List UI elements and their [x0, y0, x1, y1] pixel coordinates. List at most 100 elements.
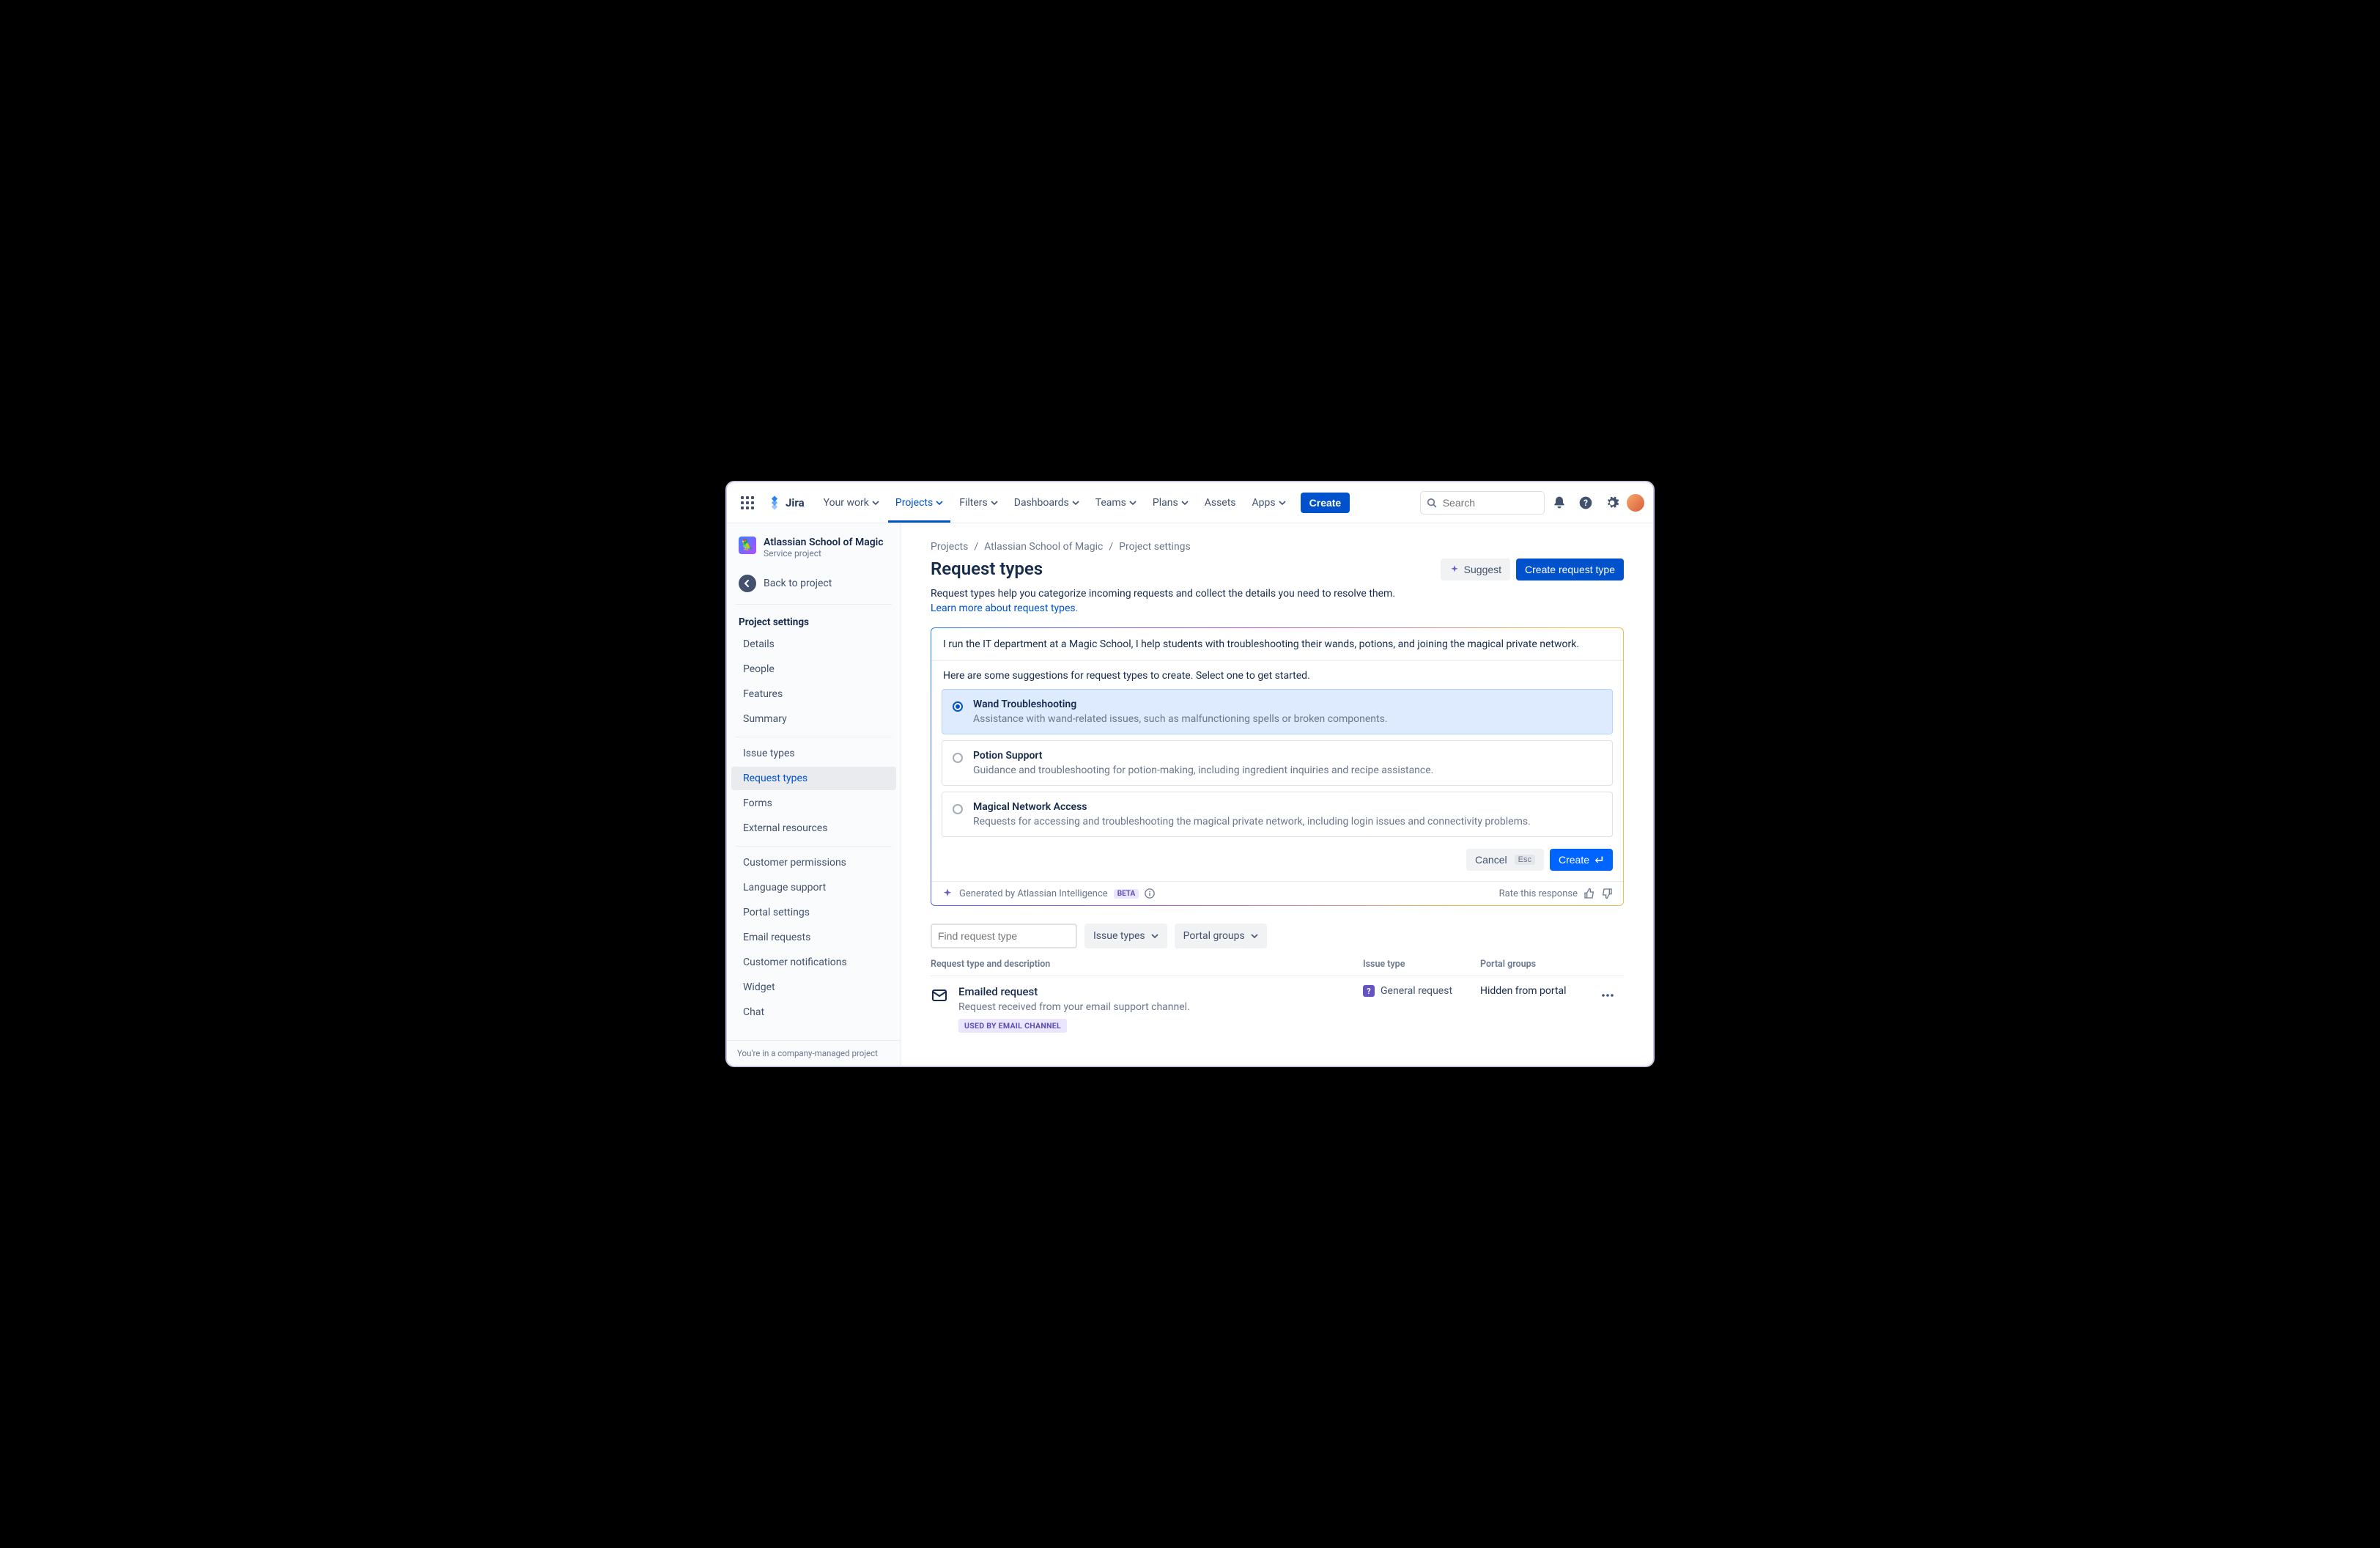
global-search-input[interactable]	[1443, 497, 1538, 509]
suggestion-desc: Guidance and troubleshooting for potion-…	[973, 764, 1433, 776]
sidebar-chat[interactable]: Chat	[731, 1000, 896, 1024]
help-icon[interactable]: ?	[1574, 491, 1597, 515]
nav-create-button[interactable]: Create	[1301, 493, 1350, 513]
filter-row: Issue types Portal groups	[931, 924, 1624, 948]
sidebar-language-support[interactable]: Language support	[731, 876, 896, 899]
sidebar-footer: You're in a company-managed project	[727, 1040, 901, 1066]
sidebar-request-types[interactable]: Request types	[731, 767, 896, 790]
app-window: Jira Your work Projects Filters Dashboar…	[725, 481, 1655, 1067]
user-avatar[interactable]	[1627, 494, 1644, 512]
mail-icon	[931, 987, 948, 1004]
issue-type-label: General request	[1381, 985, 1452, 997]
sidebar: 🦜 Atlassian School of Magic Service proj…	[727, 523, 901, 1066]
back-to-project[interactable]: Back to project	[727, 567, 901, 600]
th-issue-type: Issue type	[1363, 959, 1480, 970]
project-name: Atlassian School of Magic	[764, 537, 884, 548]
radio-icon	[953, 753, 963, 763]
sidebar-heading: Project settings	[727, 609, 901, 633]
sidebar-summary[interactable]: Summary	[731, 707, 896, 731]
suggestion-title: Magical Network Access	[973, 801, 1531, 813]
learn-more-link[interactable]: Learn more about request types.	[931, 602, 1078, 614]
nav-assets[interactable]: Assets	[1197, 483, 1243, 523]
nav-filters[interactable]: Filters	[952, 483, 1005, 523]
more-icon	[1601, 989, 1614, 1002]
sidebar-widget[interactable]: Widget	[731, 976, 896, 999]
find-request-type-input[interactable]	[938, 930, 1071, 942]
sidebar-people[interactable]: People	[731, 657, 896, 681]
sidebar-features[interactable]: Features	[731, 682, 896, 706]
nav-plans[interactable]: Plans	[1145, 483, 1196, 523]
breadcrumb-projects[interactable]: Projects	[931, 541, 968, 553]
project-icon: 🦜	[739, 537, 756, 554]
ai-create-button[interactable]: Create	[1550, 849, 1613, 871]
app-switcher-icon[interactable]	[736, 491, 759, 515]
find-request-type-box[interactable]	[931, 924, 1077, 948]
breadcrumb-project[interactable]: Atlassian School of Magic	[984, 541, 1103, 553]
project-type: Service project	[764, 548, 884, 559]
chevron-down-icon	[1251, 932, 1258, 940]
portal-groups-filter[interactable]: Portal groups	[1175, 924, 1267, 948]
chevron-down-icon	[936, 499, 943, 506]
thumbs-up-icon[interactable]	[1583, 888, 1595, 899]
ai-generated-label: Generated by Atlassian Intelligence	[959, 888, 1108, 899]
sidebar-details[interactable]: Details	[731, 633, 896, 656]
beta-badge: BETA	[1114, 889, 1139, 899]
th-portal-groups: Portal groups	[1480, 959, 1597, 970]
suggest-button[interactable]: Suggest	[1441, 559, 1510, 580]
sidebar-external-resources[interactable]: External resources	[731, 817, 896, 840]
suggestion-potion-support[interactable]: Potion Support Guidance and troubleshoot…	[942, 740, 1613, 786]
create-request-type-button[interactable]: Create request type	[1516, 559, 1624, 580]
table-row[interactable]: Emailed request Request received from yo…	[931, 976, 1624, 1043]
chevron-down-icon	[1072, 499, 1079, 506]
request-types-table: Request type and description Issue type …	[931, 959, 1624, 1043]
page-title: Request types	[931, 559, 1043, 579]
ai-suggestions-heading: Here are some suggestions for request ty…	[931, 661, 1623, 689]
issue-types-filter[interactable]: Issue types	[1084, 924, 1167, 948]
sidebar-customer-notifications[interactable]: Customer notifications	[731, 951, 896, 974]
enter-icon	[1594, 855, 1604, 865]
nav-your-work[interactable]: Your work	[816, 483, 887, 523]
nav-teams[interactable]: Teams	[1088, 483, 1144, 523]
sidebar-issue-types[interactable]: Issue types	[731, 742, 896, 765]
breadcrumb: Projects / Atlassian School of Magic / P…	[931, 541, 1624, 553]
sidebar-forms[interactable]: Forms	[731, 792, 896, 815]
thumbs-down-icon[interactable]	[1601, 888, 1613, 899]
suggestion-wand-troubleshooting[interactable]: Wand Troubleshooting Assistance with wan…	[942, 689, 1613, 734]
sidebar-email-requests[interactable]: Email requests	[731, 926, 896, 949]
suggestion-title: Wand Troubleshooting	[973, 699, 1388, 710]
suggestion-magical-network-access[interactable]: Magical Network Access Requests for acce…	[942, 792, 1613, 837]
request-title: Emailed request	[958, 985, 1190, 998]
chevron-down-icon	[1151, 932, 1158, 940]
notifications-icon[interactable]	[1548, 491, 1571, 515]
request-desc: Request received from your email support…	[958, 1001, 1190, 1013]
main-content: Projects / Atlassian School of Magic / P…	[901, 523, 1653, 1066]
esc-hint: Esc	[1515, 855, 1535, 865]
info-icon[interactable]	[1145, 888, 1155, 899]
nav-projects[interactable]: Projects	[888, 483, 950, 523]
suggestion-desc: Assistance with wand-related issues, suc…	[973, 713, 1388, 725]
th-request-type: Request type and description	[931, 959, 1363, 970]
jira-logo-icon	[766, 495, 783, 511]
radio-icon	[953, 701, 963, 712]
chevron-down-icon	[991, 499, 998, 506]
jira-logo[interactable]: Jira	[762, 495, 809, 511]
settings-icon[interactable]	[1600, 491, 1624, 515]
ai-prompt-text: I run the IT department at a Magic Schoo…	[931, 628, 1623, 660]
sidebar-customer-permissions[interactable]: Customer permissions	[731, 851, 896, 874]
global-search[interactable]	[1420, 491, 1545, 515]
portal-groups-value: Hidden from portal	[1480, 985, 1597, 997]
radio-icon	[953, 804, 963, 814]
ai-cancel-button[interactable]: Cancel Esc	[1466, 849, 1544, 871]
sparkle-icon	[1449, 564, 1460, 575]
breadcrumb-section[interactable]: Project settings	[1119, 541, 1191, 553]
ai-suggestion-panel: I run the IT department at a Magic Schoo…	[931, 627, 1624, 906]
project-header: 🦜 Atlassian School of Magic Service proj…	[727, 523, 901, 567]
svg-text:?: ?	[1583, 498, 1588, 508]
nav-dashboards[interactable]: Dashboards	[1007, 483, 1087, 523]
suggestion-desc: Requests for accessing and troubleshooti…	[973, 816, 1531, 828]
sidebar-portal-settings[interactable]: Portal settings	[731, 901, 896, 924]
chevron-down-icon	[1279, 499, 1286, 506]
chevron-down-icon	[1181, 499, 1189, 506]
nav-apps[interactable]: Apps	[1245, 483, 1293, 523]
row-more-button[interactable]	[1597, 985, 1618, 1006]
